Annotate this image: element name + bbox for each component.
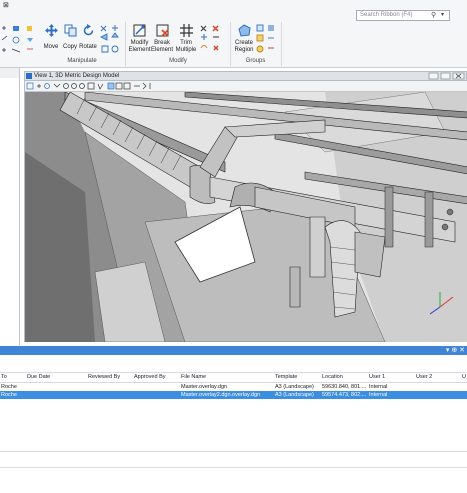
cell-template: A3 (Landscape): [275, 384, 314, 390]
create-region-button[interactable]: Create Region: [233, 24, 255, 53]
view-tools: [26, 82, 156, 91]
break-element-label: Break Element: [151, 40, 174, 53]
move-button-label: Move: [43, 44, 59, 50]
create-region-icon: [237, 24, 251, 37]
cell-file-name: Master.overlay2.dgn.overlay.dgn: [181, 392, 261, 398]
small-tools-icon[interactable]: [0, 24, 36, 56]
move-button[interactable]: Move: [40, 24, 62, 51]
cell-template: A3 (Landscape): [275, 392, 314, 398]
table-row[interactable]: Roche Master.overlay.dgn A3 (Landscape) …: [0, 383, 467, 391]
window-control-icons[interactable]: [428, 72, 466, 80]
column-header-reviewed-by[interactable]: Reviewed By: [88, 374, 120, 380]
placement-tools: [0, 24, 36, 56]
table-row-selected[interactable]: Roche Master.overlay2.dgn.overlay.dgn A3…: [0, 391, 467, 399]
groups-group-label: Groups: [245, 58, 266, 64]
groups-tools-icon[interactable]: [256, 24, 278, 56]
bottom-panel-titlebar[interactable]: [0, 346, 467, 355]
rotate-button-label: Rotate: [79, 44, 97, 50]
column-header-user-1[interactable]: User 1: [369, 374, 385, 380]
panel-controls-icon[interactable]: ▾ ⊕ ✕: [444, 346, 467, 355]
cell-to: Roche: [1, 392, 17, 398]
column-header-user-2[interactable]: User 2: [416, 374, 432, 380]
break-element-icon: [156, 24, 169, 37]
chevron-down-icon[interactable]: ▾: [441, 10, 449, 21]
move-icon: [44, 24, 58, 37]
column-header-file-name[interactable]: File Name: [181, 374, 206, 380]
manipulate-group-label: Manipulate: [67, 58, 97, 64]
cell-user-1: Internal: [369, 384, 388, 390]
trim-multiple-button[interactable]: Trim Multiple: [174, 24, 198, 53]
window-controls: [428, 72, 466, 80]
3d-viewport[interactable]: [24, 92, 467, 342]
view-title: View 1, 3D Metric Design Model: [34, 73, 120, 79]
manipulate-small-tools: [99, 24, 122, 56]
status-bar: [0, 467, 467, 493]
modify-element-label: Modify Element: [128, 40, 151, 53]
ribbon-divider: [281, 22, 282, 66]
ribbon-divider: [230, 22, 231, 66]
copy-icon: [64, 24, 76, 37]
cell-user-1: Internal: [369, 392, 388, 398]
divider: [0, 372, 467, 373]
modify-tools-icon[interactable]: [199, 24, 225, 56]
copy-button-label: Copy: [62, 44, 77, 50]
cell-location: 59630.840, 801....: [322, 384, 367, 390]
rotate-icon: [83, 24, 93, 36]
create-region-label: Create Region: [234, 40, 254, 53]
trim-multiple-icon: [179, 24, 193, 37]
divider: [0, 451, 467, 452]
column-header-approved-by[interactable]: Approved By: [134, 374, 166, 380]
column-header-location[interactable]: Location: [322, 374, 343, 380]
trim-multiple-label: Trim Multiple: [175, 40, 197, 53]
left-panel-content: [0, 78, 20, 345]
cell-file-name: Master.overlay.dgn: [181, 384, 228, 390]
modify-element-icon: [133, 24, 146, 37]
column-header-to[interactable]: To: [1, 374, 7, 380]
view-icon: [26, 73, 32, 79]
view-tool-icons[interactable]: [26, 82, 156, 91]
modify-small-tools: [199, 24, 225, 56]
groups-small-tools: [256, 24, 278, 56]
column-header-user-3[interactable]: U: [462, 374, 466, 380]
rotate-button[interactable]: Rotate: [78, 24, 98, 51]
cell-to: Roche: [1, 384, 17, 390]
search-icon[interactable]: ⚲: [431, 10, 439, 21]
copy-button[interactable]: Copy: [61, 24, 79, 51]
close-icon[interactable]: ⊠: [3, 1, 13, 9]
cell-location: 59574.473, 802....: [322, 392, 367, 398]
ribbon-divider: [125, 22, 126, 66]
manipulate-tools-icon[interactable]: [99, 24, 122, 56]
modify-group-label: Modify: [169, 58, 187, 64]
column-header-due-date[interactable]: Due Date: [27, 374, 50, 380]
break-element-button[interactable]: Break Element: [151, 24, 173, 53]
column-header-template[interactable]: Template: [275, 374, 297, 380]
modify-element-button[interactable]: Modify Element: [128, 24, 151, 53]
3d-model-render[interactable]: [25, 92, 467, 342]
